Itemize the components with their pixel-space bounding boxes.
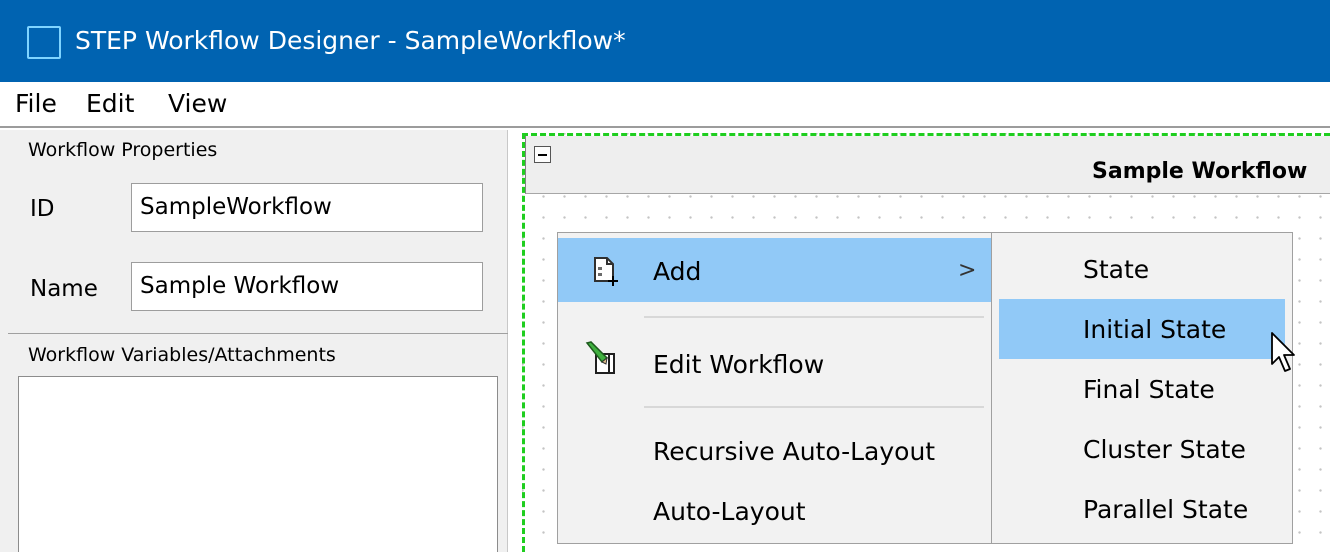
menu-view[interactable]: View	[168, 89, 227, 118]
workflow-header: Sample Workflow	[525, 136, 1330, 194]
menu-bar: File Edit View	[0, 82, 1330, 128]
context-menu: Add > Edit Workflow Recursive Auto-Layou…	[557, 232, 994, 544]
menu-item-edit-workflow[interactable]: Edit Workflow	[558, 331, 994, 397]
collapse-icon[interactable]	[534, 146, 551, 163]
name-label: Name	[30, 276, 98, 302]
add-label: Add	[653, 257, 702, 286]
menu-item-add[interactable]: Add >	[558, 238, 994, 302]
menu-file[interactable]: File	[15, 89, 57, 118]
cluster-state-label: Cluster State	[1083, 435, 1246, 464]
auto-layout-label: Auto-Layout	[653, 497, 806, 526]
name-field[interactable]: Sample Workflow	[131, 262, 483, 311]
submenu-arrow: >	[958, 258, 977, 283]
menu-separator	[644, 316, 984, 318]
submenu-item-state[interactable]: State	[999, 239, 1285, 299]
workflow-properties-heading: Workflow Properties	[28, 139, 218, 161]
recursive-auto-layout-label: Recursive Auto-Layout	[653, 437, 936, 466]
workflow-title: Sample Workflow	[1092, 159, 1308, 184]
add-submenu: State Initial State Final State Cluster …	[991, 232, 1293, 544]
id-field[interactable]: SampleWorkflow	[131, 183, 483, 232]
initial-state-label: Initial State	[1083, 315, 1227, 344]
add-document-icon	[594, 257, 618, 286]
window-title: STEP Workflow Designer - SampleWorkflow*	[75, 26, 626, 55]
menu-item-auto-layout[interactable]: Auto-Layout	[558, 483, 994, 541]
submenu-item-parallel-state[interactable]: Parallel State	[999, 479, 1285, 539]
app-window-icon	[27, 26, 61, 59]
submenu-item-final-state[interactable]: Final State	[999, 359, 1285, 419]
state-label: State	[1083, 255, 1150, 284]
edit-workflow-label: Edit Workflow	[653, 350, 825, 379]
workflow-variables-list[interactable]	[18, 376, 498, 552]
submenu-item-initial-state[interactable]: Initial State	[999, 299, 1285, 359]
menu-separator	[644, 406, 984, 408]
final-state-label: Final State	[1083, 375, 1215, 404]
workflow-variables-heading: Workflow Variables/Attachments	[28, 344, 336, 366]
menu-edit[interactable]: Edit	[86, 89, 134, 118]
submenu-item-cluster-state[interactable]: Cluster State	[999, 419, 1285, 479]
edit-workflow-icon	[585, 341, 615, 374]
workflow-properties-panel: Workflow Properties ID SampleWorkflow Na…	[0, 130, 508, 552]
section-divider	[8, 333, 508, 334]
parallel-state-label: Parallel State	[1083, 495, 1249, 524]
mouse-cursor-icon	[1271, 332, 1295, 372]
id-label: ID	[30, 196, 55, 222]
menu-item-recursive-auto-layout[interactable]: Recursive Auto-Layout	[558, 423, 994, 481]
title-bar: STEP Workflow Designer - SampleWorkflow*	[0, 0, 1330, 82]
